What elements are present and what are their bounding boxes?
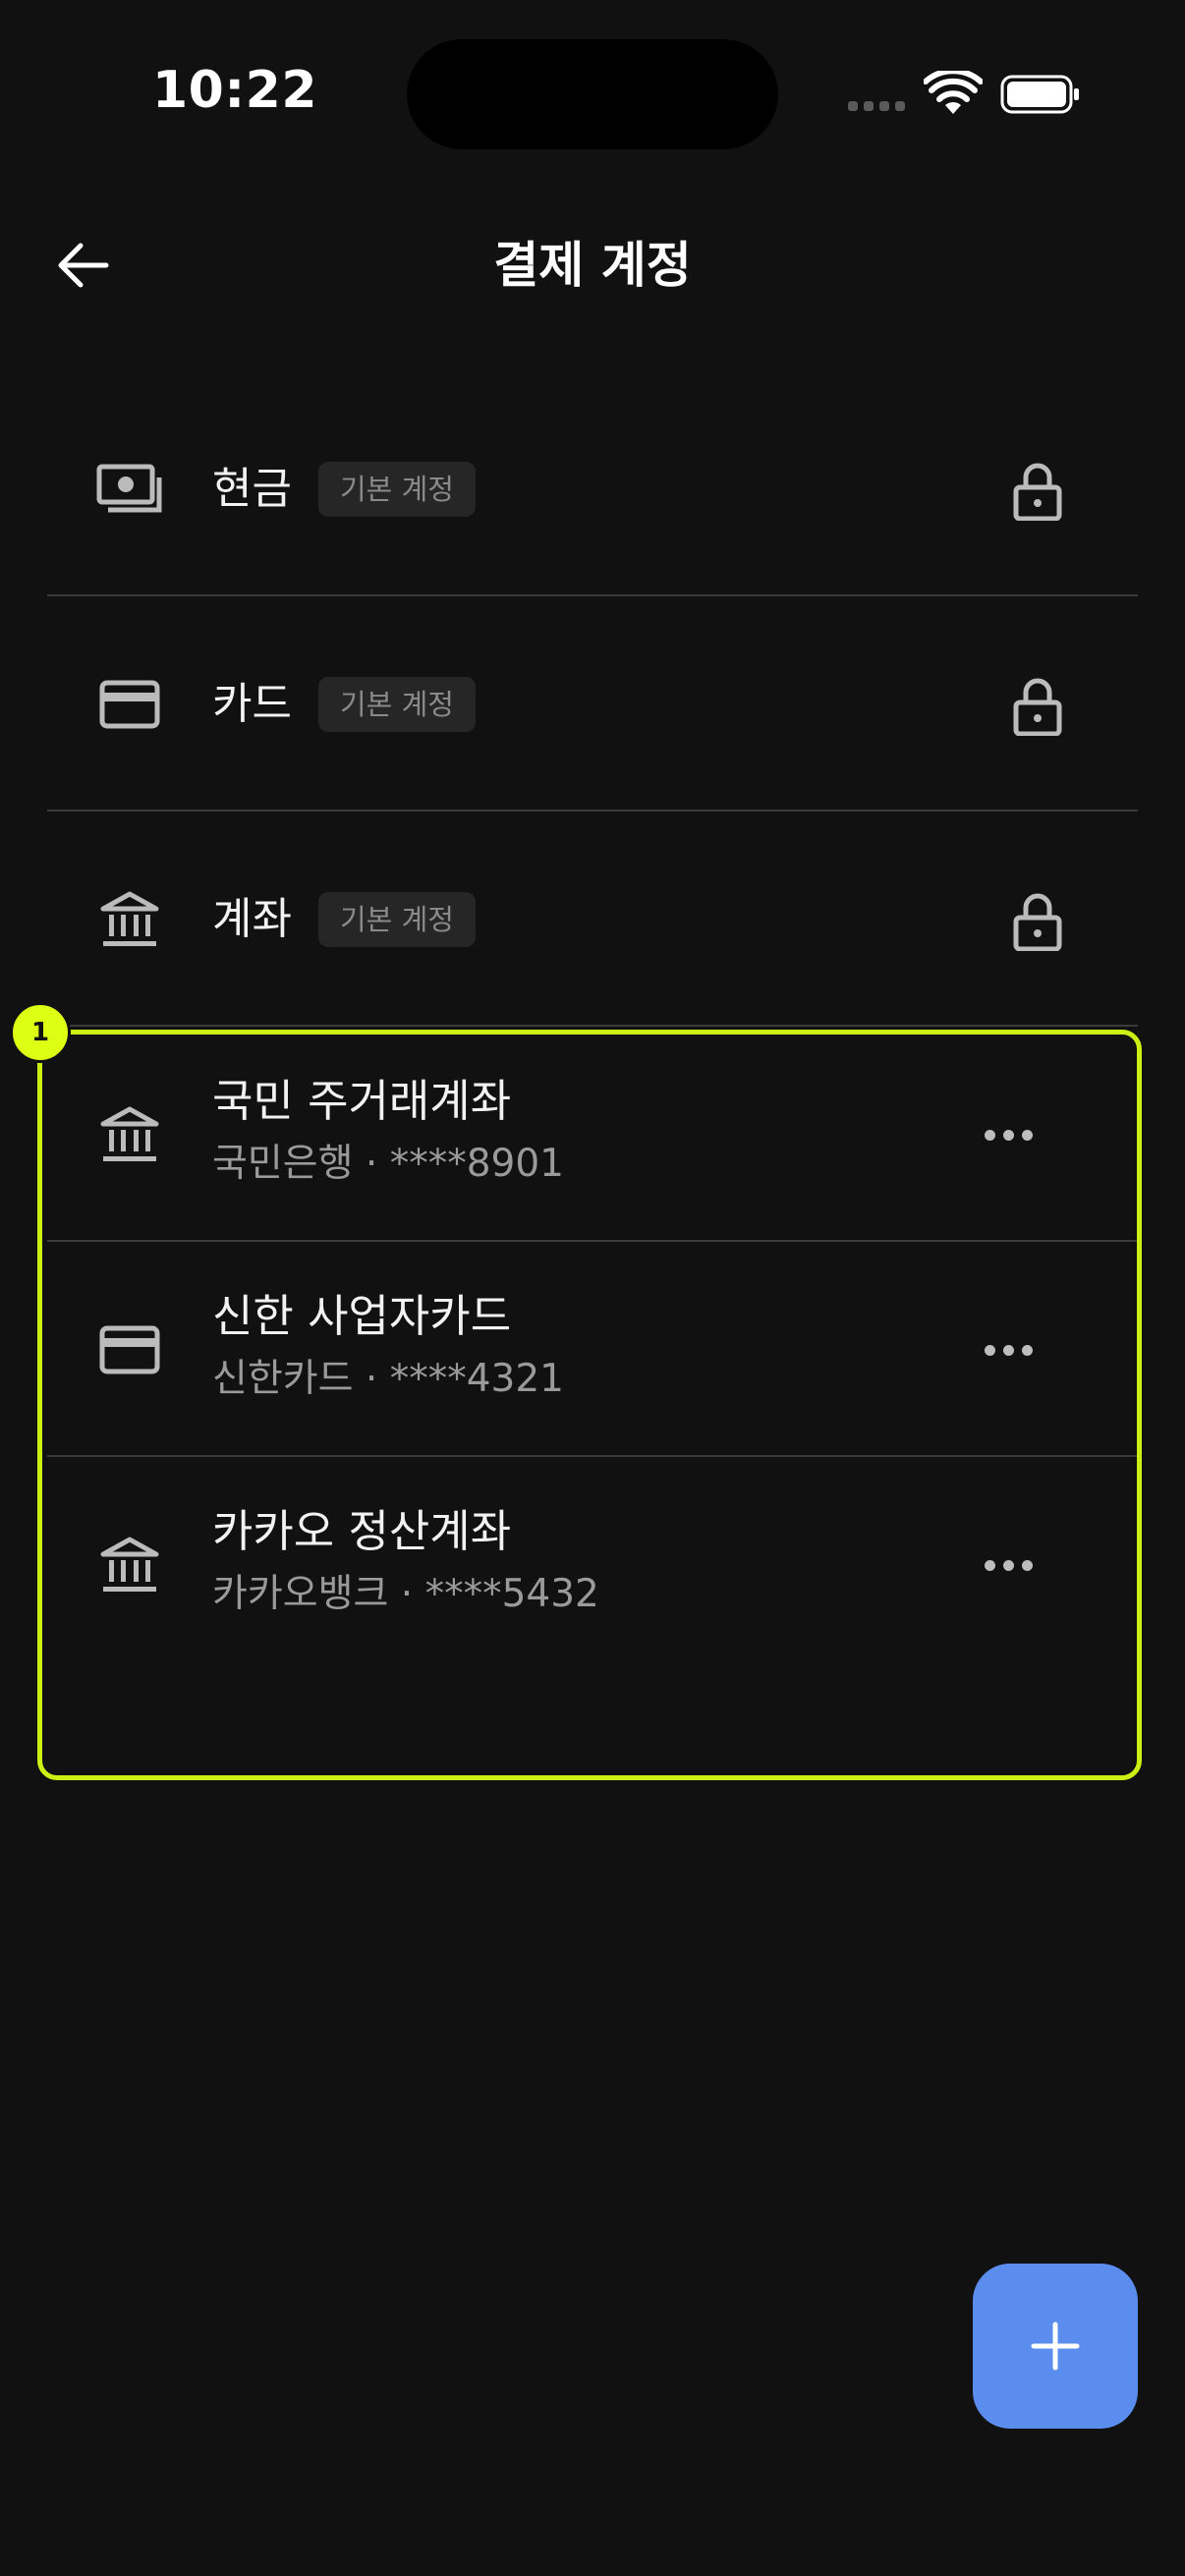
more-options-button[interactable] xyxy=(967,1107,1049,1162)
page-title: 결제 계정 xyxy=(493,237,692,294)
account-label: 현금 xyxy=(212,464,292,514)
status-bar: 10:22 xyxy=(0,0,1185,187)
cellular-signal-icon xyxy=(848,101,905,111)
lock-icon xyxy=(1013,463,1062,521)
cash-icon xyxy=(94,454,165,525)
account-name: 신한 사업자카드 xyxy=(212,1290,512,1342)
account-detail: 국민은행 · ****8901 xyxy=(212,1142,564,1186)
more-options-button[interactable] xyxy=(967,1322,1049,1377)
account-detail: 카카오뱅크 · ****5432 xyxy=(212,1572,599,1616)
card-icon xyxy=(94,669,165,740)
status-time: 10:22 xyxy=(152,61,318,120)
highlight-badge: 1 xyxy=(10,1002,71,1063)
default-account-list: 현금 기본 계정 카드 기본 계정 계좌 기본 계정 xyxy=(47,381,1138,1027)
account-row-custom[interactable]: 카카오 정산계좌 카카오뱅크 · ****5432 xyxy=(47,1457,1138,1672)
account-name: 카카오 정산계좌 xyxy=(212,1505,512,1557)
account-detail: 신한카드 · ****4321 xyxy=(212,1357,564,1401)
bank-icon xyxy=(94,1530,165,1600)
add-account-button[interactable] xyxy=(973,2264,1138,2429)
account-row-custom[interactable]: 신한 사업자카드 신한카드 · ****4321 xyxy=(47,1242,1138,1457)
lock-icon xyxy=(1013,678,1062,736)
default-account-badge: 기본 계정 xyxy=(318,892,476,947)
account-name: 국민 주거래계좌 xyxy=(212,1075,512,1127)
account-label: 계좌 xyxy=(212,894,292,944)
bank-icon xyxy=(94,884,165,955)
battery-icon xyxy=(1000,75,1079,114)
custom-account-list: 국민 주거래계좌 국민은행 · ****8901 신한 사업자카드 신한카드 ·… xyxy=(47,1027,1138,1672)
dynamic-island xyxy=(407,39,778,149)
more-options-button[interactable] xyxy=(967,1538,1049,1593)
plus-icon xyxy=(1031,2322,1080,2371)
account-label: 카드 xyxy=(212,679,292,729)
lock-icon xyxy=(1013,893,1062,951)
nav-header: 결제 계정 xyxy=(0,206,1185,324)
account-row-bank[interactable]: 계좌 기본 계정 xyxy=(47,812,1138,1027)
card-icon xyxy=(94,1315,165,1385)
default-account-badge: 기본 계정 xyxy=(318,462,476,517)
account-row-card[interactable]: 카드 기본 계정 xyxy=(47,596,1138,812)
wifi-icon xyxy=(924,71,983,114)
account-row-custom[interactable]: 국민 주거래계좌 국민은행 · ****8901 xyxy=(47,1027,1138,1242)
bank-icon xyxy=(94,1099,165,1170)
default-account-badge: 기본 계정 xyxy=(318,677,476,732)
account-row-cash[interactable]: 현금 기본 계정 xyxy=(47,381,1138,596)
